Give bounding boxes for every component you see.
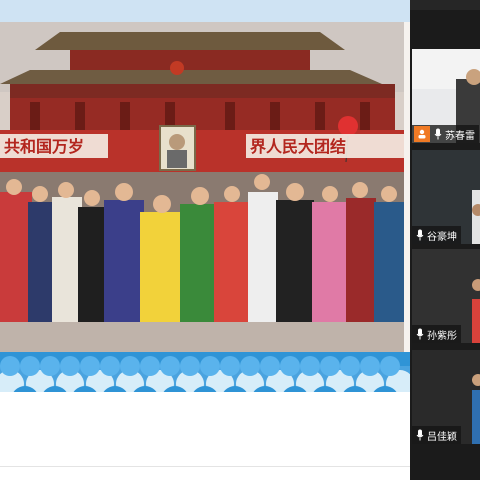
- participant-name: 吕佳颖: [427, 431, 457, 443]
- participant-panel: 苏春雷 谷豪坤 孙紫彤 吕佳颖: [410, 0, 480, 480]
- mic-icon: [414, 428, 426, 442]
- participant-name-bar-4: 吕佳颖: [412, 426, 461, 444]
- banner-left-text: 共和国万岁: [4, 137, 84, 156]
- participant-name: 苏春雷: [445, 130, 475, 142]
- participant-name-bar-2: 谷豪坤: [412, 226, 461, 244]
- divider: [0, 466, 410, 467]
- participant-tile-3[interactable]: 孙紫彤: [412, 249, 480, 343]
- mic-icon: [414, 327, 426, 341]
- participant-name-bar-1: 苏春雷: [412, 125, 479, 143]
- slide: 共和国万岁 界人民大团结: [0, 22, 410, 414]
- host-icon: [414, 126, 430, 142]
- participant-name-bar-3: 孙紫彤: [412, 325, 461, 343]
- mic-icon: [414, 228, 426, 242]
- mic-icon: [432, 127, 444, 141]
- shared-screen-top-bar: [0, 0, 410, 22]
- participant-tile-2[interactable]: 谷豪坤: [412, 150, 480, 244]
- panel-top-bar: [410, 0, 480, 10]
- participant-tile-4[interactable]: 吕佳颖: [412, 350, 480, 444]
- participant-tile-1[interactable]: 苏春雷: [412, 49, 480, 143]
- slide-photo: 共和国万岁 界人民大团结: [0, 22, 404, 352]
- participant-name: 谷豪坤: [427, 231, 457, 243]
- participant-name: 孙紫彤: [427, 330, 457, 342]
- shared-screen: 共和国万岁 界人民大团结: [0, 0, 410, 480]
- banner-right-text: 界人民大团结: [250, 137, 346, 156]
